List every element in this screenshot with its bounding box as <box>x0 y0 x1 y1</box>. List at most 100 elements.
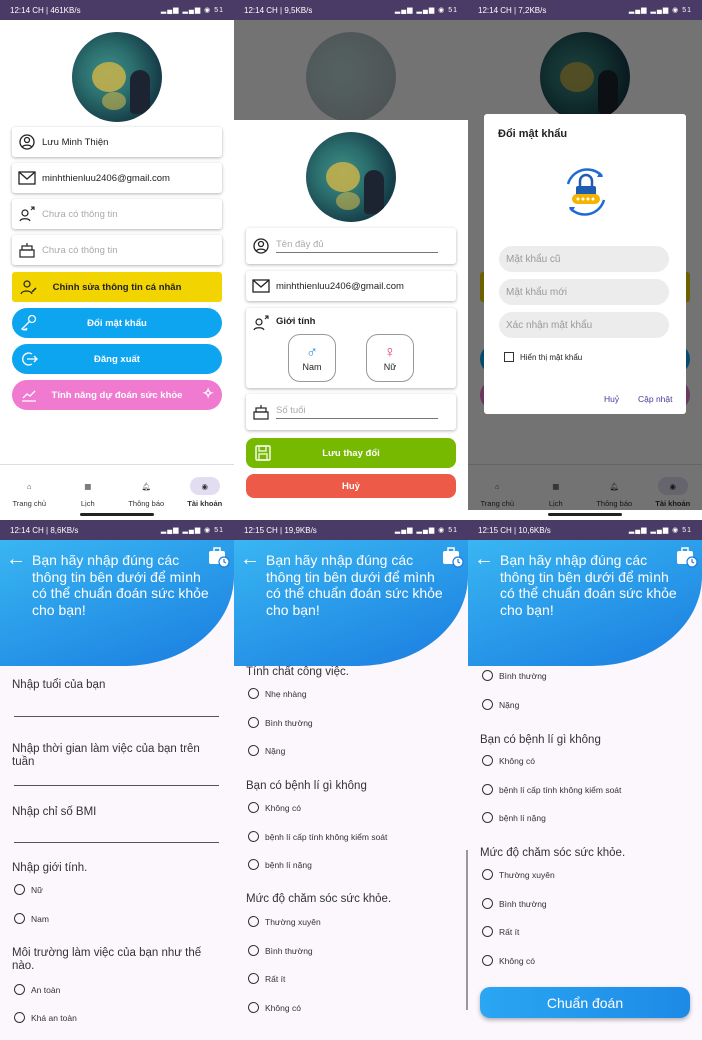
home-icon: ⌂ <box>26 481 32 491</box>
radio-env-safe[interactable]: An toàn <box>14 984 60 995</box>
floppy-disk-icon <box>254 444 272 462</box>
question-care: Mức độ chăm sóc sức khỏe. <box>246 893 392 905</box>
nav-notifications[interactable]: 🔔︎Thông báo <box>117 465 176 520</box>
dialog-title: Đổi mật khẩu <box>498 128 568 140</box>
predict-header-text: Bạn hãy nhập đúng các thông tin bên dưới… <box>32 552 209 618</box>
edit-sheet: Tên đầy đủ minhthienluu2406@gmail.com Gi… <box>234 120 468 520</box>
radio-env-fairly-safe[interactable]: Khá an toàn <box>14 1012 77 1023</box>
question-work: Tính chất công việc. <box>246 666 349 678</box>
radio-disease-severe[interactable]: bệnh lí nặng <box>248 859 312 870</box>
fullname-field[interactable]: Tên đầy đủ <box>246 228 456 264</box>
change-password-button[interactable]: Đổi mật khẩu <box>12 308 222 338</box>
radio-care-none[interactable]: Không có <box>248 1002 301 1013</box>
radio-disease-acute[interactable]: bệnh lí cấp tính không kiểm soát <box>248 831 387 842</box>
question-hours: Nhập thời gian làm việc của bạn trên tuầ… <box>12 743 200 768</box>
radio-work-heavy[interactable]: Nặng <box>248 745 285 756</box>
radio-disease-acute[interactable]: bệnh lí cấp tính không kiểm soát <box>482 784 621 795</box>
bmi-input[interactable] <box>14 842 219 843</box>
question-disease: Bạn có bệnh lí gì không <box>246 780 367 792</box>
radio-disease-none[interactable]: Không có <box>482 755 535 766</box>
gender-icon <box>18 205 36 223</box>
hours-input[interactable] <box>14 785 219 786</box>
radio-work-heavy[interactable]: Nặng <box>482 699 519 710</box>
edit-profile-button[interactable]: Chỉnh sửa thông tin cá nhân <box>12 272 222 302</box>
new-password-input[interactable]: Mật khẩu mới <box>499 279 669 305</box>
diagnose-button[interactable]: Chuẩn đoán <box>480 987 690 1018</box>
status-bar: 12:14 CH | 8,6KB/s ▂▄▆ ▂▄▆ ◉ 51 <box>0 520 234 540</box>
lock-icon <box>558 164 614 220</box>
confirm-password-input[interactable]: Xác nhận mật khẩu <box>499 312 669 338</box>
nav-home[interactable]: ⌂Trang chủ <box>0 465 59 520</box>
screen-predict-1: 12:14 CH | 8,6KB/s ▂▄▆ ▂▄▆ ◉ 51 ← Bạn hãy… <box>0 520 234 1040</box>
radio-care-normal[interactable]: Bình thường <box>248 945 313 956</box>
dialog-cancel-button[interactable]: Huỷ <box>604 394 619 404</box>
dialog-update-button[interactable]: Cập nhật <box>638 394 673 404</box>
home-indicator <box>548 513 622 516</box>
calendar-icon: ▦ <box>84 481 92 491</box>
predict-header-text: Bạn hãy nhập đúng các thông tin bên dưới… <box>266 552 443 618</box>
fullname-input[interactable]: Tên đầy đủ <box>276 239 438 253</box>
nav-account[interactable]: ◉Tài khoản <box>176 465 235 520</box>
radio-work-normal[interactable]: Bình thường <box>248 717 313 728</box>
status-bar: 12:15 CH | 10,6KB/s ▂▄▆ ▂▄▆ ◉ 51 <box>468 520 702 540</box>
logout-button[interactable]: Đăng xuất <box>12 344 222 374</box>
gender-card: Giới tính ♂ Nam ♀ Nữ <box>246 308 456 388</box>
checkbox-icon <box>504 352 514 362</box>
age-input[interactable] <box>14 716 219 717</box>
radio-care-none[interactable]: Không có <box>482 955 535 966</box>
question-disease: Bạn có bệnh lí gì không <box>480 734 601 746</box>
email-field: minhthienluu2406@gmail.com <box>246 271 456 301</box>
male-icon: ♂ <box>306 344 318 361</box>
screen-predict-3: 12:15 CH | 10,6KB/s ▂▄▆ ▂▄▆ ◉ 51 ← Bạn hã… <box>468 520 702 1040</box>
bottom-nav: ⌂Trang chủ ▦Lịch 🔔︎Thông báo ◉Tài khoản <box>0 464 234 520</box>
password-dialog: Đổi mật khẩu Mật khẩu cũ Mật khẩu mới Xá… <box>484 114 686 414</box>
save-button[interactable]: Lưu thay đổi <box>246 438 456 468</box>
radio-care-normal[interactable]: Bình thường <box>482 898 547 909</box>
question-bmi: Nhập chỉ số BMI <box>12 806 97 818</box>
radio-care-often[interactable]: Thường xuyên <box>482 869 555 880</box>
screen-edit-profile: 12:14 CH | 9,5KB/s ▂▄▆ ▂▄▆ ◉ 51 Tên đầy đ… <box>234 0 468 520</box>
age-input[interactable]: Số tuổi <box>276 405 438 419</box>
status-bar: 12:15 CH | 19,9KB/s ▂▄▆ ▂▄▆ ◉ 51 <box>234 520 468 540</box>
back-arrow-icon[interactable]: ← <box>6 548 26 571</box>
radio-work-normal[interactable]: Bình thường <box>482 670 547 681</box>
home-indicator <box>80 513 154 516</box>
radio-care-rarely[interactable]: Rất ít <box>482 926 519 937</box>
old-password-input[interactable]: Mật khẩu cũ <box>499 246 669 272</box>
nav-calendar[interactable]: ▦Lịch <box>59 465 118 520</box>
gender-field: Chưa có thông tin <box>12 199 222 229</box>
question-gender: Nhập giới tính. <box>12 862 88 874</box>
radio-gender-female[interactable]: Nữ <box>14 884 43 895</box>
health-predict-button[interactable]: Tính năng dự đoán sức khỏe ✧ <box>12 380 222 410</box>
mail-icon <box>252 277 270 295</box>
radio-work-light[interactable]: Nhẹ nhàng <box>248 688 307 699</box>
predict-header: ← Bạn hãy nhập đúng các thông tin bên dư… <box>234 540 468 666</box>
female-option[interactable]: ♀ Nữ <box>366 334 414 382</box>
predict-header: ← Bạn hãy nhập đúng các thông tin bên dư… <box>468 540 702 666</box>
back-arrow-icon[interactable]: ← <box>240 548 260 571</box>
question-care: Mức độ chăm sóc sức khỏe. <box>480 847 626 859</box>
predict-header-text: Bạn hãy nhập đúng các thông tin bên dưới… <box>500 552 677 618</box>
status-bar: 12:14 CH | 461KB/s ▂▄▆ ▂▄▆ ◉ 51 <box>0 0 234 20</box>
email-field: minhthienluu2406@gmail.com <box>12 163 222 193</box>
sparkle-icon: ✧ <box>202 385 214 401</box>
logout-icon <box>20 350 38 368</box>
radio-disease-none[interactable]: Không có <box>248 802 301 813</box>
male-option[interactable]: ♂ Nam <box>288 334 336 382</box>
chart-icon <box>20 386 38 404</box>
show-password-checkbox[interactable]: Hiển thị mật khẩu <box>504 352 582 362</box>
cancel-button[interactable]: Huỷ <box>246 474 456 498</box>
question-environment: Môi trường làm việc của bạn như thế nào. <box>12 947 202 972</box>
radio-disease-severe[interactable]: bệnh lí nặng <box>482 812 546 823</box>
user-icon <box>18 133 36 151</box>
radio-care-often[interactable]: Thường xuyên <box>248 916 321 927</box>
radio-care-rarely[interactable]: Rất ít <box>248 973 285 984</box>
back-arrow-icon[interactable]: ← <box>474 548 494 571</box>
status-bar: 12:14 CH | 7,2KB/s ▂▄▆ ▂▄▆ ◉ 51 <box>468 0 702 20</box>
birthday-cake-icon <box>252 403 270 421</box>
radio-gender-male[interactable]: Nam <box>14 913 49 924</box>
age-field[interactable]: Số tuổi <box>246 394 456 430</box>
avatar[interactable] <box>306 132 396 222</box>
screen-profile: 12:14 CH | 461KB/s ▂▄▆ ▂▄▆ ◉ 51 Lưu Minh … <box>0 0 234 520</box>
bell-icon: 🔔︎ <box>141 481 152 491</box>
